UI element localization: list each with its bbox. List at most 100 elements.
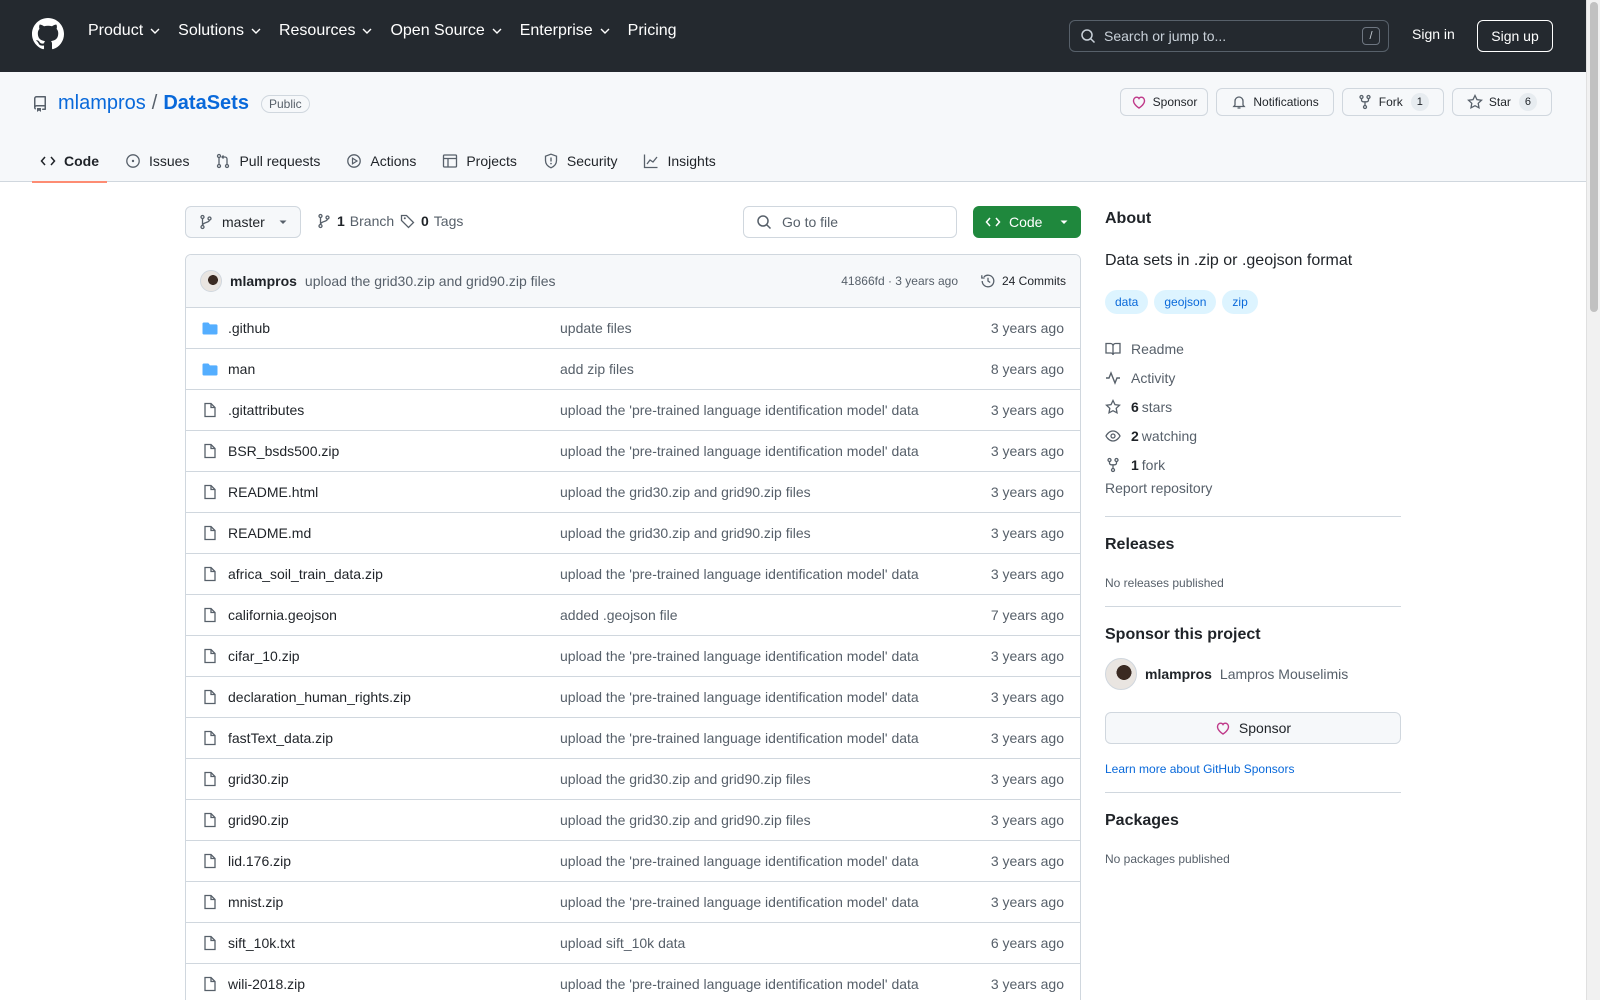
file-name-link[interactable]: .gitattributes <box>228 402 304 418</box>
topnav-item-open-source[interactable]: Open Source <box>390 22 502 40</box>
notifications-button[interactable]: Notifications <box>1216 88 1334 116</box>
table-row[interactable]: grid90.zip upload the grid30.zip and grid… <box>186 800 1080 841</box>
tab-issues[interactable]: Issues <box>117 140 197 182</box>
sponsor-header-button[interactable]: Sponsor <box>1119 88 1209 116</box>
topnav-item-pricing[interactable]: Pricing <box>628 22 677 40</box>
table-row[interactable]: .github update files 3 years ago <box>186 308 1080 349</box>
scrollbar-thumb[interactable] <box>1590 2 1598 312</box>
file-name-link[interactable]: sift_10k.txt <box>228 935 295 951</box>
file-name-link[interactable]: BSR_bsds500.zip <box>228 443 339 459</box>
global-search-input[interactable]: Search or jump to... / <box>1069 20 1389 52</box>
file-name-link[interactable]: lid.176.zip <box>228 853 291 869</box>
file-commit-message-link[interactable]: upload the 'pre-trained language identif… <box>560 566 919 582</box>
file-commit-message-link[interactable]: added .geojson file <box>560 607 678 623</box>
table-row[interactable]: README.html upload the grid30.zip and gri… <box>186 472 1080 513</box>
avatar[interactable] <box>1105 658 1137 690</box>
topnav-item-resources[interactable]: Resources <box>279 22 373 40</box>
table-row[interactable]: BSR_bsds500.zip upload the 'pre-trained l… <box>186 431 1080 472</box>
report-repository-link[interactable]: Report repository <box>1105 480 1212 496</box>
table-row[interactable]: fastText_data.zip upload the 'pre-trained… <box>186 718 1080 759</box>
file-name-link[interactable]: cifar_10.zip <box>228 648 300 664</box>
file-commit-message-link[interactable]: upload the grid30.zip and grid90.zip fil… <box>560 771 811 787</box>
forks-link[interactable]: 1 fork <box>1105 450 1197 479</box>
releases-heading[interactable]: Releases <box>1105 536 1174 554</box>
branch-select-button[interactable]: master <box>185 206 301 238</box>
file-name-link[interactable]: man <box>228 361 255 377</box>
packages-heading[interactable]: Packages <box>1105 812 1179 830</box>
avatar[interactable] <box>200 270 222 292</box>
table-row[interactable]: declaration_human_rights.zip upload the '… <box>186 677 1080 718</box>
file-commit-message-link[interactable]: upload the 'pre-trained language identif… <box>560 853 919 869</box>
stars-link[interactable]: 6 stars <box>1105 392 1197 421</box>
branches-link[interactable]: 1 Branch <box>316 213 394 229</box>
topnav-item-product[interactable]: Product <box>88 22 161 40</box>
file-name-link[interactable]: wili-2018.zip <box>228 976 305 992</box>
fork-button[interactable]: Fork 1 <box>1341 88 1444 116</box>
file-commit-message-link[interactable]: upload the 'pre-trained language identif… <box>560 648 919 664</box>
file-commit-message-link[interactable]: upload the 'pre-trained language identif… <box>560 443 919 459</box>
sign-in-link[interactable]: Sign in <box>1412 26 1455 42</box>
table-row[interactable]: california.geojson added .geojson file 7 y… <box>186 595 1080 636</box>
table-row[interactable]: README.md upload the grid30.zip and grid9… <box>186 513 1080 554</box>
table-row[interactable]: lid.176.zip upload the 'pre-trained langu… <box>186 841 1080 882</box>
commit-message-link[interactable]: upload the grid30.zip and grid90.zip fil… <box>305 273 556 289</box>
topic-tag[interactable]: zip <box>1222 290 1258 314</box>
go-to-file-input[interactable]: Go to file <box>743 206 957 238</box>
file-commit-message-link[interactable]: upload the grid30.zip and grid90.zip fil… <box>560 484 811 500</box>
commit-author-link[interactable]: mlampros <box>230 273 297 289</box>
commit-hash-time[interactable]: 41866fd · 3 years ago <box>841 274 958 288</box>
tags-link[interactable]: 0 Tags <box>400 213 463 229</box>
file-commit-message-link[interactable]: add zip files <box>560 361 634 377</box>
tab-pull-requests[interactable]: Pull requests <box>207 140 328 182</box>
topnav-item-solutions[interactable]: Solutions <box>178 22 262 40</box>
commits-history-link[interactable]: 24 Commits <box>980 273 1066 289</box>
topnav-item-enterprise[interactable]: Enterprise <box>520 22 611 40</box>
file-commit-message-link[interactable]: upload the 'pre-trained language identif… <box>560 894 919 910</box>
topic-tag[interactable]: data <box>1105 290 1149 314</box>
readme-link[interactable]: Readme <box>1105 334 1197 363</box>
sign-up-button[interactable]: Sign up <box>1477 20 1553 52</box>
table-row[interactable]: man add zip files 8 years ago <box>186 349 1080 390</box>
file-commit-message-link[interactable]: upload the 'pre-trained language identif… <box>560 689 919 705</box>
file-commit-message-link[interactable]: upload the 'pre-trained language identif… <box>560 976 919 992</box>
repo-owner-link[interactable]: mlampros <box>58 92 146 115</box>
file-commit-message-link[interactable]: upload the 'pre-trained language identif… <box>560 730 919 746</box>
file-commit-message-link[interactable]: upload the 'pre-trained language identif… <box>560 402 919 418</box>
topic-tag[interactable]: geojson <box>1154 290 1217 314</box>
file-name-link[interactable]: california.geojson <box>228 607 337 623</box>
tab-actions[interactable]: Actions <box>338 140 424 182</box>
file-name-link[interactable]: README.html <box>228 484 318 500</box>
file-name-link[interactable]: africa_soil_train_data.zip <box>228 566 383 582</box>
page-scrollbar[interactable] <box>1586 0 1600 1000</box>
table-row[interactable]: sift_10k.txt upload sift_10k data 6 years … <box>186 923 1080 964</box>
file-commit-message-link[interactable]: upload sift_10k data <box>560 935 685 951</box>
table-row[interactable]: .gitattributes upload the 'pre-trained la… <box>186 390 1080 431</box>
code-dropdown-button[interactable]: Code <box>973 206 1081 238</box>
tab-projects[interactable]: Projects <box>434 140 525 182</box>
file-name-link[interactable]: README.md <box>228 525 311 541</box>
learn-sponsors-link[interactable]: Learn more about GitHub Sponsors <box>1105 762 1294 776</box>
table-row[interactable]: wili-2018.zip upload the 'pre-trained lan… <box>186 964 1080 1000</box>
file-name-link[interactable]: grid90.zip <box>228 812 289 828</box>
github-logo-icon[interactable] <box>32 18 64 50</box>
sponsor-button[interactable]: Sponsor <box>1105 712 1401 744</box>
repo-name-link[interactable]: DataSets <box>163 92 249 115</box>
file-commit-message-link[interactable]: upload the grid30.zip and grid90.zip fil… <box>560 525 811 541</box>
tab-code[interactable]: Code <box>32 140 107 183</box>
sponsor-username[interactable]: mlampros <box>1145 666 1212 682</box>
file-name-link[interactable]: declaration_human_rights.zip <box>228 689 411 705</box>
file-name-link[interactable]: grid30.zip <box>228 771 289 787</box>
watching-link[interactable]: 2 watching <box>1105 421 1197 450</box>
table-row[interactable]: grid30.zip upload the grid30.zip and grid… <box>186 759 1080 800</box>
table-row[interactable]: cifar_10.zip upload the 'pre-trained lang… <box>186 636 1080 677</box>
table-row[interactable]: mnist.zip upload the 'pre-trained languag… <box>186 882 1080 923</box>
table-row[interactable]: africa_soil_train_data.zip upload the 'pr… <box>186 554 1080 595</box>
tab-security[interactable]: Security <box>535 140 626 182</box>
file-name-link[interactable]: .github <box>228 320 270 336</box>
activity-link[interactable]: Activity <box>1105 363 1197 392</box>
file-commit-message-link[interactable]: update files <box>560 320 632 336</box>
star-button[interactable]: Star 6 <box>1451 88 1552 116</box>
tab-insights[interactable]: Insights <box>635 140 723 182</box>
file-name-link[interactable]: mnist.zip <box>228 894 283 910</box>
file-commit-message-link[interactable]: upload the grid30.zip and grid90.zip fil… <box>560 812 811 828</box>
